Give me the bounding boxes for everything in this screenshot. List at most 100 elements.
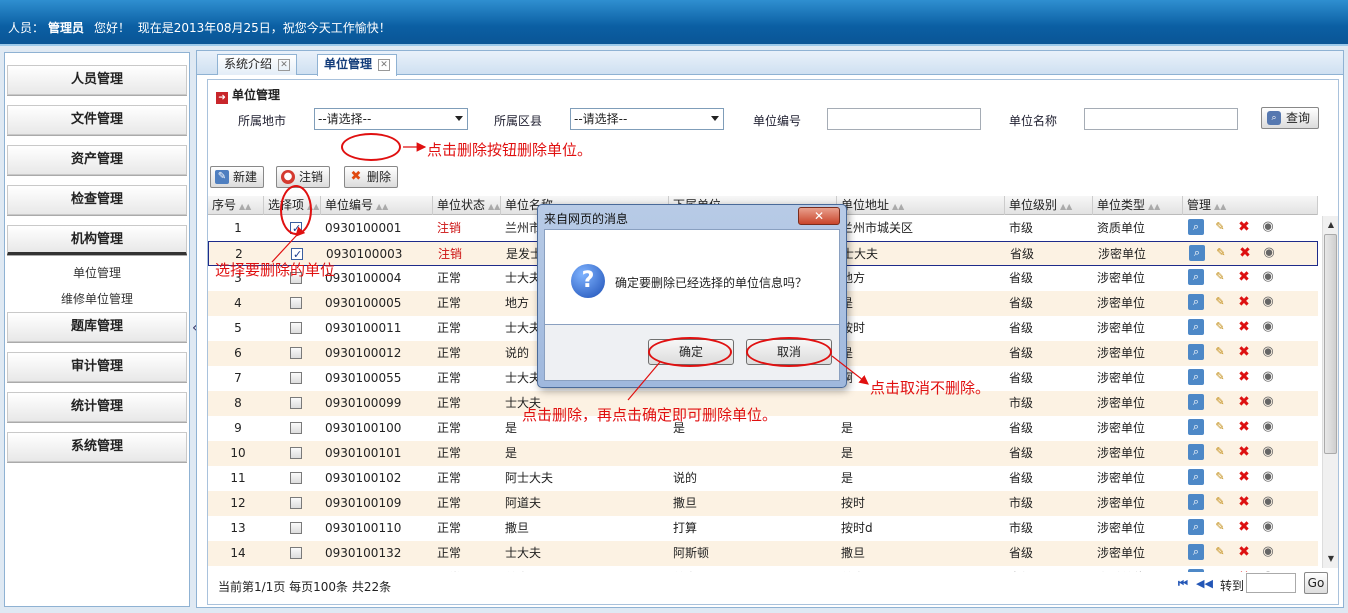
col-header[interactable]: 单位地址 ▲▲ (837, 196, 1005, 215)
delete-icon[interactable]: ✖ (1236, 369, 1252, 385)
table-row[interactable]: 12 0930100109 正常 阿道夫 撒旦 按时 市级 涉密单位 ⌕ ✎ ✖ ◉ (208, 491, 1318, 516)
sidebar-item-files[interactable]: 文件管理 (7, 105, 187, 135)
col-header[interactable]: 单位类型 ▲▲ (1093, 196, 1183, 215)
edit-icon[interactable]: ✎ (1212, 494, 1228, 510)
delete-icon[interactable]: ✖ (1236, 494, 1252, 510)
sidebar-item-inspection[interactable]: 检查管理 (7, 185, 187, 215)
view-icon[interactable]: ⌕ (1188, 269, 1204, 285)
edit-icon[interactable]: ✎ (1212, 394, 1228, 410)
delete-icon[interactable]: ✖ (1236, 294, 1252, 310)
disable-icon[interactable]: ◉ (1260, 369, 1276, 385)
edit-icon[interactable]: ✎ (1212, 269, 1228, 285)
delete-icon[interactable]: ✖ (1236, 519, 1252, 535)
tab-system-intro[interactable]: 系统介绍 ✕ (217, 54, 298, 75)
sidebar-item-personnel[interactable]: 人员管理 (7, 65, 187, 95)
row-checkbox[interactable] (290, 522, 302, 534)
sidebar-subitem-unit-management[interactable]: 单位管理 (5, 264, 189, 281)
delete-icon[interactable]: ✖ (1236, 544, 1252, 560)
row-checkbox[interactable] (290, 422, 302, 434)
view-icon[interactable]: ⌕ (1188, 494, 1204, 510)
row-checkbox[interactable] (290, 297, 302, 309)
delete-icon[interactable]: ✖ (1236, 319, 1252, 335)
view-icon[interactable]: ⌕ (1188, 369, 1204, 385)
view-icon[interactable]: ⌕ (1188, 569, 1204, 572)
city-select[interactable]: --请选择-- (314, 108, 468, 130)
delete-icon[interactable]: ✖ (1237, 245, 1253, 261)
edit-icon[interactable]: ✎ (1212, 319, 1228, 335)
disable-icon[interactable]: ◉ (1260, 469, 1276, 485)
first-page-icon[interactable]: ⏮ (1178, 577, 1188, 591)
view-icon[interactable]: ⌕ (1188, 344, 1204, 360)
scroll-up-icon[interactable]: ▲ (1325, 218, 1337, 232)
edit-icon[interactable]: ✎ (1212, 519, 1228, 535)
row-checkbox[interactable] (290, 447, 302, 459)
view-icon[interactable]: ⌕ (1188, 469, 1204, 485)
delete-icon[interactable]: ✖ (1236, 269, 1252, 285)
close-icon[interactable]: ✕ (278, 58, 291, 71)
page-number-input[interactable] (1246, 573, 1296, 593)
col-header[interactable]: 单位级别 ▲▲ (1005, 196, 1093, 215)
disable-icon[interactable]: ◉ (1260, 269, 1276, 285)
disable-icon[interactable]: ◉ (1260, 344, 1276, 360)
disable-icon[interactable]: ◉ (1260, 444, 1276, 460)
edit-icon[interactable]: ✎ (1213, 245, 1229, 261)
query-button[interactable]: ⌕ 查询 (1261, 107, 1320, 129)
sidebar-subitem-repair-unit-management[interactable]: 维修单位管理 (5, 290, 189, 307)
view-icon[interactable]: ⌕ (1189, 245, 1205, 261)
scroll-down-icon[interactable]: ▼ (1325, 552, 1337, 566)
view-icon[interactable]: ⌕ (1188, 419, 1204, 435)
view-icon[interactable]: ⌕ (1188, 319, 1204, 335)
tab-unit-management[interactable]: 单位管理 ✕ (317, 54, 398, 76)
col-header[interactable]: 单位编号 ▲▲ (321, 196, 433, 215)
disable-icon[interactable]: ◉ (1260, 319, 1276, 335)
prev-page-icon[interactable]: ◀◀ (1196, 577, 1213, 590)
view-icon[interactable]: ⌕ (1188, 519, 1204, 535)
view-icon[interactable]: ⌕ (1188, 294, 1204, 310)
table-row[interactable]: 15 0930100133 正常 单点 单点 单点 省级 资质单位 ⌕ ✎ ✖ ◉ (208, 566, 1318, 572)
edit-icon[interactable]: ✎ (1212, 469, 1228, 485)
edit-icon[interactable]: ✎ (1212, 344, 1228, 360)
table-row[interactable]: 13 0930100110 正常 撒旦 打算 按时d 市级 涉密单位 ⌕ ✎ ✖ ◉ (208, 516, 1318, 541)
edit-icon[interactable]: ✎ (1212, 544, 1228, 560)
edit-icon[interactable]: ✎ (1212, 569, 1228, 572)
sidebar-item-assets[interactable]: 资产管理 (7, 145, 187, 175)
col-header[interactable]: 管理 ▲▲ (1183, 196, 1318, 215)
view-icon[interactable]: ⌕ (1188, 544, 1204, 560)
disable-icon[interactable]: ◉ (1260, 419, 1276, 435)
disable-icon[interactable]: ◉ (1260, 544, 1276, 560)
new-button[interactable]: ✎ 新建 (210, 166, 265, 188)
row-checkbox[interactable] (290, 497, 302, 509)
table-row[interactable]: 14 0930100132 正常 士大夫 阿斯顿 撒旦 省级 涉密单位 ⌕ ✎ ✖ ◉ (208, 541, 1318, 566)
row-checkbox[interactable] (290, 372, 302, 384)
district-select[interactable]: --请选择-- (570, 108, 724, 130)
disable-icon[interactable]: ◉ (1260, 494, 1276, 510)
delete-icon[interactable]: ✖ (1236, 569, 1252, 572)
col-header[interactable]: 单位状态 ▲▲ (433, 196, 501, 215)
row-checkbox[interactable] (290, 347, 302, 359)
scroll-thumb[interactable] (1324, 234, 1337, 454)
cancel-unit-button[interactable]: ● 注销 (276, 166, 331, 188)
go-button[interactable]: Go (1304, 572, 1328, 594)
disable-icon[interactable]: ◉ (1260, 394, 1276, 410)
delete-icon[interactable]: ✖ (1236, 394, 1252, 410)
disable-icon[interactable]: ◉ (1260, 569, 1276, 572)
view-icon[interactable]: ⌕ (1188, 394, 1204, 410)
sidebar-item-question-bank[interactable]: 题库管理 (7, 312, 187, 342)
table-row[interactable]: 10 0930100101 正常 是 是 省级 涉密单位 ⌕ ✎ ✖ ◉ (208, 441, 1318, 466)
edit-icon[interactable]: ✎ (1212, 219, 1228, 235)
disable-icon[interactable]: ◉ (1260, 294, 1276, 310)
unit-code-input[interactable] (827, 108, 981, 130)
row-checkbox[interactable] (290, 472, 302, 484)
sidebar-item-audit[interactable]: 审计管理 (7, 352, 187, 382)
delete-button[interactable]: ✖ 删除 (344, 166, 399, 188)
dialog-close-button[interactable]: ✕ (798, 207, 840, 225)
delete-icon[interactable]: ✖ (1236, 419, 1252, 435)
view-icon[interactable]: ⌕ (1188, 219, 1204, 235)
delete-icon[interactable]: ✖ (1236, 219, 1252, 235)
sidebar-item-system[interactable]: 系统管理 (7, 432, 187, 462)
edit-icon[interactable]: ✎ (1212, 294, 1228, 310)
edit-icon[interactable]: ✎ (1212, 419, 1228, 435)
delete-icon[interactable]: ✖ (1236, 469, 1252, 485)
edit-icon[interactable]: ✎ (1212, 444, 1228, 460)
delete-icon[interactable]: ✖ (1236, 344, 1252, 360)
